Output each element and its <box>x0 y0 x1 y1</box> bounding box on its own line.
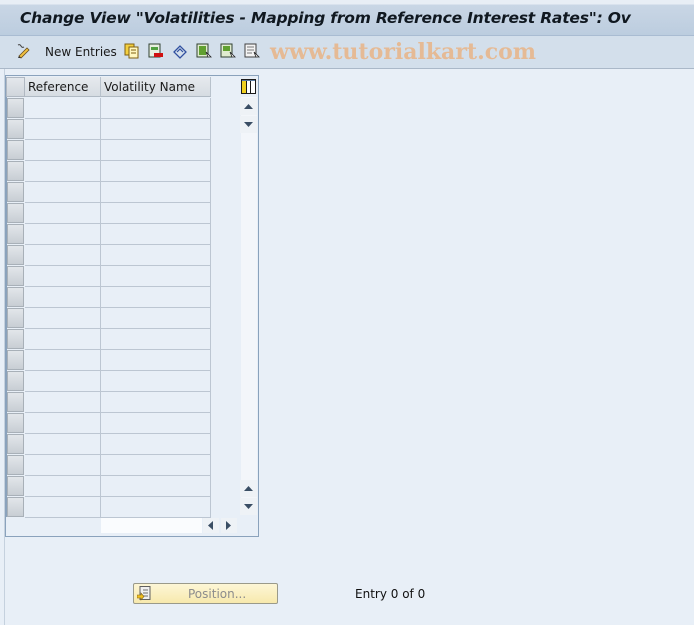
row-selector[interactable] <box>7 350 24 370</box>
row-selector[interactable] <box>7 119 24 139</box>
cell-volatility-name[interactable] <box>101 308 211 329</box>
cell-reference[interactable] <box>25 329 101 350</box>
cell-volatility-name[interactable] <box>101 350 211 371</box>
row-selector[interactable] <box>7 413 24 433</box>
cell-reference[interactable] <box>25 203 101 224</box>
cell-reference[interactable] <box>25 308 101 329</box>
scroll-up-button[interactable] <box>240 98 257 115</box>
row-selector[interactable] <box>7 308 24 328</box>
row-selector[interactable] <box>7 203 24 223</box>
scroll-page-down-button[interactable] <box>240 498 257 515</box>
column-header-reference[interactable]: Reference <box>25 77 101 97</box>
cell-volatility-name[interactable] <box>101 455 211 476</box>
cell-volatility-name[interactable] <box>101 224 211 245</box>
select-block-icon[interactable] <box>220 43 236 59</box>
cell-reference[interactable] <box>25 287 101 308</box>
row-selector[interactable] <box>7 224 24 244</box>
new-entries-button[interactable]: New Entries <box>45 45 117 59</box>
row-selector[interactable] <box>7 182 24 202</box>
delete-icon[interactable] <box>148 43 164 59</box>
scroll-page-up-button[interactable] <box>240 480 257 497</box>
cell-reference[interactable] <box>25 497 101 518</box>
cell-volatility-name[interactable] <box>101 245 211 266</box>
row-selector[interactable] <box>7 476 24 496</box>
arrow-left-icon <box>208 521 213 530</box>
cell-reference[interactable] <box>25 350 101 371</box>
window-title: Change View "Volatilities - Mapping from… <box>20 9 631 27</box>
cell-reference[interactable] <box>25 413 101 434</box>
cell-reference[interactable] <box>25 245 101 266</box>
title-bar: Change View "Volatilities - Mapping from… <box>0 0 694 36</box>
cell-volatility-name[interactable] <box>101 329 211 350</box>
select-all-rows-button[interactable] <box>6 77 25 97</box>
row-selector[interactable] <box>7 98 24 118</box>
scroll-down-button[interactable] <box>240 116 257 133</box>
cell-volatility-name[interactable] <box>101 476 211 497</box>
arrow-down-icon <box>244 121 253 127</box>
cell-reference[interactable] <box>25 434 101 455</box>
cell-reference[interactable] <box>25 224 101 245</box>
cell-reference[interactable] <box>25 371 101 392</box>
row-selector[interactable] <box>7 245 24 265</box>
display-change-icon[interactable] <box>16 43 32 59</box>
row-selector[interactable] <box>7 266 24 286</box>
row-selector[interactable] <box>7 140 24 160</box>
cell-reference[interactable] <box>25 476 101 497</box>
cell-volatility-name[interactable] <box>101 371 211 392</box>
row-selector[interactable] <box>7 161 24 181</box>
cell-reference[interactable] <box>25 119 101 140</box>
cell-volatility-name[interactable] <box>101 413 211 434</box>
cell-volatility-name[interactable] <box>101 119 211 140</box>
horizontal-scrollbar[interactable] <box>101 518 202 533</box>
cell-reference[interactable] <box>25 392 101 413</box>
row-selector[interactable] <box>7 392 24 412</box>
row-selector[interactable] <box>7 371 24 391</box>
position-button[interactable]: Position... <box>133 583 278 604</box>
cell-volatility-name[interactable] <box>101 434 211 455</box>
cell-reference[interactable] <box>25 182 101 203</box>
position-button-label: Position... <box>188 587 247 601</box>
cell-volatility-name[interactable] <box>101 98 211 119</box>
column-header-volatility-name[interactable]: Volatility Name <box>101 77 211 97</box>
row-selector[interactable] <box>7 287 24 307</box>
arrow-down-icon <box>244 503 253 509</box>
arrow-right-icon <box>226 521 231 530</box>
scroll-left-button[interactable] <box>203 518 219 533</box>
watermark: www.tutorialkart.com <box>270 39 537 65</box>
copy-as-icon[interactable] <box>124 43 140 59</box>
select-all-icon[interactable] <box>196 43 212 59</box>
application-toolbar: New Entries www.tutorialkart.com <box>0 36 694 69</box>
arrow-up-icon <box>244 485 253 491</box>
cell-volatility-name[interactable] <box>101 161 211 182</box>
arrow-up-icon <box>244 103 253 109</box>
cell-reference[interactable] <box>25 455 101 476</box>
cell-reference[interactable] <box>25 161 101 182</box>
deselect-all-icon[interactable] <box>244 43 260 59</box>
row-selector[interactable] <box>7 434 24 454</box>
undo-change-icon[interactable] <box>172 43 188 59</box>
cell-reference[interactable] <box>25 98 101 119</box>
scroll-right-button[interactable] <box>221 518 237 533</box>
row-selector[interactable] <box>7 497 24 517</box>
cell-volatility-name[interactable] <box>101 392 211 413</box>
column-settings-icon[interactable] <box>240 78 257 95</box>
entry-status: Entry 0 of 0 <box>355 587 426 601</box>
cell-volatility-name[interactable] <box>101 140 211 161</box>
position-icon <box>137 586 151 601</box>
cell-volatility-name[interactable] <box>101 266 211 287</box>
cell-reference[interactable] <box>25 140 101 161</box>
cell-volatility-name[interactable] <box>101 287 211 308</box>
vertical-scrollbar[interactable] <box>241 97 257 515</box>
cell-volatility-name[interactable] <box>101 203 211 224</box>
cell-volatility-name[interactable] <box>101 497 211 518</box>
cell-reference[interactable] <box>25 266 101 287</box>
table-left-border <box>6 97 7 517</box>
row-selector[interactable] <box>7 329 24 349</box>
row-selector[interactable] <box>7 455 24 475</box>
cell-volatility-name[interactable] <box>101 182 211 203</box>
